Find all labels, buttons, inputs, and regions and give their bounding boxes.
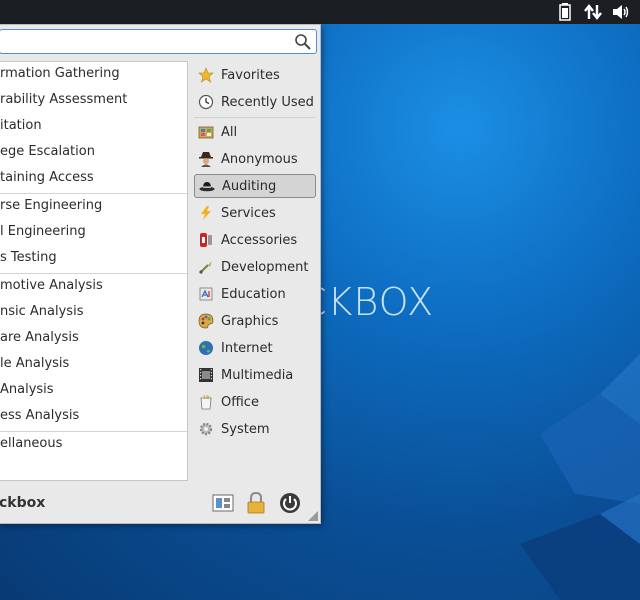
category-label: Multimedia <box>221 367 294 383</box>
graphics-icon <box>197 312 215 330</box>
list-item[interactable]: s Testing <box>0 246 187 270</box>
category-development[interactable]: Development <box>194 255 316 279</box>
list-item-label: rmation Gathering <box>0 66 120 81</box>
list-item[interactable]: taining Access <box>0 166 187 190</box>
list-item-label: le Analysis <box>0 356 70 371</box>
category-label: Internet <box>221 340 273 356</box>
list-item-label: are Analysis <box>0 330 79 345</box>
list-item-label: Analysis <box>0 382 54 397</box>
category-system[interactable]: System <box>194 417 316 441</box>
globe-icon <box>197 339 215 357</box>
category-all[interactable]: All <box>194 120 316 144</box>
category-recently-used[interactable]: Recently Used <box>194 90 316 114</box>
search-icon[interactable] <box>294 33 312 51</box>
category-separator <box>194 117 316 118</box>
category-label: Favorites <box>221 67 280 83</box>
list-item[interactable]: ege Escalation <box>0 140 187 164</box>
list-item-label: taining Access <box>0 170 94 185</box>
education-icon <box>197 285 215 303</box>
list-item-label: ege Escalation <box>0 144 95 159</box>
list-item[interactable]: l Engineering <box>0 220 187 244</box>
list-item[interactable]: le Analysis <box>0 352 187 376</box>
accessories-icon <box>197 231 215 249</box>
list-item-label: rse Engineering <box>0 198 103 213</box>
film-icon <box>197 366 215 384</box>
category-label: Development <box>221 259 309 275</box>
category-label: Auditing <box>222 178 277 194</box>
list-item[interactable]: itation <box>0 114 187 138</box>
settings-manager-icon <box>212 494 234 512</box>
category-anonymous[interactable]: Anonymous <box>194 147 316 171</box>
list-item[interactable]: motive Analysis <box>0 274 187 298</box>
list-item-label: motive Analysis <box>0 278 103 293</box>
search-input[interactable] <box>4 31 298 54</box>
list-item-label: ellaneous <box>0 436 63 451</box>
category-education[interactable]: Education <box>194 282 316 306</box>
list-item[interactable]: Analysis <box>0 378 187 402</box>
user-label: ckbox <box>0 495 46 511</box>
list-item[interactable]: nsic Analysis <box>0 300 187 324</box>
category-graphics[interactable]: Graphics <box>194 309 316 333</box>
category-label: Office <box>221 394 259 410</box>
power-icon <box>280 493 300 513</box>
category-label: Anonymous <box>221 151 298 167</box>
list-item[interactable]: are Analysis <box>0 326 187 350</box>
list-item-label: nsic Analysis <box>0 304 84 319</box>
top-panel <box>0 0 640 24</box>
list-item[interactable]: rability Assessment <box>0 88 187 112</box>
search-field[interactable] <box>0 29 317 54</box>
hat-icon <box>198 177 216 195</box>
category-label: Recently Used <box>221 94 314 110</box>
list-item-label: rability Assessment <box>0 92 128 107</box>
app-list: rmation Gathering rability Assessment it… <box>0 61 188 481</box>
list-item[interactable]: rmation Gathering <box>0 62 187 86</box>
list-item-label: s Testing <box>0 250 57 265</box>
category-favorites[interactable]: Favorites <box>194 63 316 87</box>
lightning-icon <box>197 204 215 222</box>
list-item-label: ess Analysis <box>0 408 80 423</box>
spy-icon <box>197 150 215 168</box>
category-services[interactable]: Services <box>194 201 316 225</box>
star-icon <box>197 66 215 84</box>
category-label: Graphics <box>221 313 279 329</box>
list-item-label: itation <box>0 118 42 133</box>
category-internet[interactable]: Internet <box>194 336 316 360</box>
category-label: Services <box>221 205 276 221</box>
network-icon[interactable] <box>582 2 604 22</box>
list-item[interactable]: ellaneous <box>0 432 187 456</box>
battery-icon[interactable] <box>554 2 576 22</box>
list-item[interactable]: ess Analysis <box>0 404 187 428</box>
category-auditing[interactable]: Auditing <box>194 174 316 198</box>
volume-icon[interactable] <box>610 2 632 22</box>
folder-icon <box>197 123 215 141</box>
logout-button[interactable] <box>278 491 302 515</box>
office-icon <box>197 393 215 411</box>
application-menu: rmation Gathering rability Assessment it… <box>0 24 321 524</box>
settings-button[interactable] <box>211 491 235 515</box>
category-label: All <box>221 124 238 140</box>
category-multimedia[interactable]: Multimedia <box>194 363 316 387</box>
list-item[interactable]: rse Engineering <box>0 194 187 218</box>
lock-screen-button[interactable] <box>244 491 268 515</box>
category-label: Education <box>221 286 286 302</box>
development-icon <box>197 258 215 276</box>
category-label: Accessories <box>221 232 298 248</box>
category-accessories[interactable]: Accessories <box>194 228 316 252</box>
lock-icon <box>247 492 265 514</box>
clock-icon <box>197 93 215 111</box>
resize-grip[interactable] <box>308 511 318 521</box>
gear-icon <box>197 420 215 438</box>
list-item-label: l Engineering <box>0 224 86 239</box>
category-label: System <box>221 421 270 437</box>
category-office[interactable]: Office <box>194 390 316 414</box>
